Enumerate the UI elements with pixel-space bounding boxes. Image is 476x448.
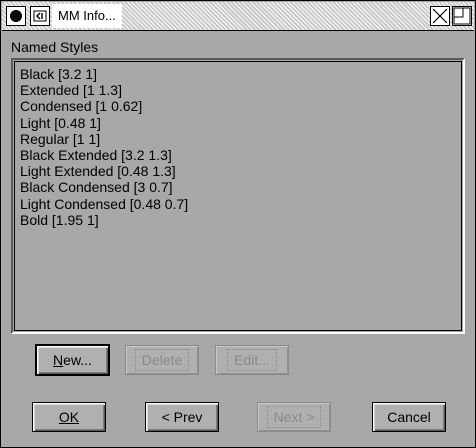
edit-style-button[interactable]: Edit...: [215, 345, 289, 375]
title-bar[interactable]: MM Info...: [2, 2, 474, 31]
list-item[interactable]: Extended [1 1.3]: [20, 82, 456, 98]
delete-style-button-label: Delete: [134, 349, 190, 371]
collapse-icon: [453, 7, 471, 25]
list-item[interactable]: Bold [1.95 1]: [20, 212, 456, 228]
list-item[interactable]: Black Extended [3.2 1.3]: [20, 147, 456, 163]
named-styles-label: Named Styles: [11, 39, 99, 55]
list-item[interactable]: Regular [1 1]: [20, 131, 456, 147]
window-menu-button[interactable]: [30, 6, 50, 26]
close-dot-icon: [10, 10, 22, 22]
prev-button[interactable]: < Prev: [145, 402, 219, 432]
list-item[interactable]: Black [3.2 1]: [20, 66, 456, 82]
edit-style-button-label: Edit...: [227, 349, 277, 371]
window-title: MM Info...: [52, 4, 122, 28]
list-item[interactable]: Light [0.48 1]: [20, 115, 456, 131]
cancel-button[interactable]: Cancel: [372, 402, 446, 432]
next-button[interactable]: Next >: [257, 402, 331, 432]
collapse-box[interactable]: [452, 6, 472, 26]
list-item[interactable]: Light Extended [0.48 1.3]: [20, 163, 456, 179]
new-style-button-label: New...: [53, 352, 92, 368]
new-style-button[interactable]: New...: [36, 345, 109, 375]
ok-button[interactable]: OK: [32, 402, 106, 432]
next-button-label: Next >: [266, 406, 322, 428]
mm-info-dialog: MM Info... Named Styles Black [3.2 1] Ex…: [0, 0, 476, 448]
delete-style-button[interactable]: Delete: [125, 345, 199, 375]
list-item[interactable]: Light Condensed [0.48 0.7]: [20, 196, 456, 212]
zoom-box[interactable]: [430, 6, 450, 26]
close-box[interactable]: [6, 6, 26, 26]
window-menu-icon: [33, 10, 47, 22]
prev-button-label: < Prev: [161, 409, 203, 425]
ok-button-label: OK: [58, 409, 80, 425]
named-styles-list[interactable]: Black [3.2 1] Extended [1 1.3] Condensed…: [11, 58, 465, 334]
zoom-x-icon: [432, 8, 448, 24]
list-item[interactable]: Black Condensed [3 0.7]: [20, 179, 456, 195]
cancel-button-label: Cancel: [387, 409, 431, 425]
list-item[interactable]: Condensed [1 0.62]: [20, 98, 456, 114]
